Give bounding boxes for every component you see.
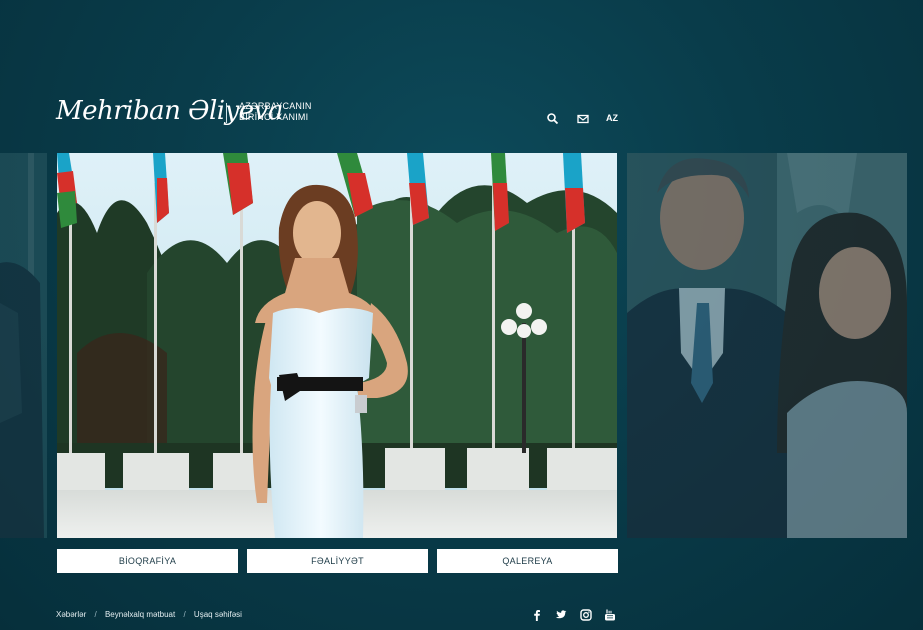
site-tagline: AZƏRBAYCANIN BİRİNCİ XANIMI [239, 101, 312, 123]
footer-nav: Xəbərlər / Beynəlxalq mətbuat / Uşaq səh… [56, 610, 248, 619]
footer-link-kids-page[interactable]: Uşaq səhifəsi [194, 610, 242, 619]
tagline-line-1: AZƏRBAYCANIN [239, 101, 312, 111]
footer-separator: / [94, 610, 97, 619]
tagline-line-2: BİRİNCİ XANIMI [239, 112, 309, 122]
site-header: Mehriban Əliyeva AZƏRBAYCANIN BİRİNCİ XA… [0, 0, 923, 150]
search-icon[interactable] [546, 112, 560, 126]
slide-next[interactable] [627, 153, 907, 538]
hero-slide-image[interactable] [57, 153, 617, 538]
site-logo[interactable]: Mehriban Əliyeva [56, 96, 283, 140]
tab-biography[interactable]: BİOQRAFİYA [57, 549, 238, 573]
tab-gallery[interactable]: QALEREYA [437, 549, 618, 573]
youtube-icon[interactable] [604, 608, 616, 621]
footer-link-international-press[interactable]: Beynəlxalq mətbuat [105, 610, 175, 619]
twitter-icon[interactable] [555, 608, 567, 620]
language-switcher[interactable]: AZ [606, 113, 618, 123]
instagram-icon[interactable] [580, 608, 592, 621]
footer-separator: / [183, 610, 186, 619]
mail-icon[interactable] [576, 112, 590, 126]
footer-link-news[interactable]: Xəbərlər [56, 610, 86, 619]
tab-activity[interactable]: FƏALİYYƏT [247, 549, 428, 573]
slide-previous[interactable] [0, 153, 47, 538]
facebook-icon[interactable] [531, 608, 543, 621]
logo-divider [226, 103, 227, 123]
